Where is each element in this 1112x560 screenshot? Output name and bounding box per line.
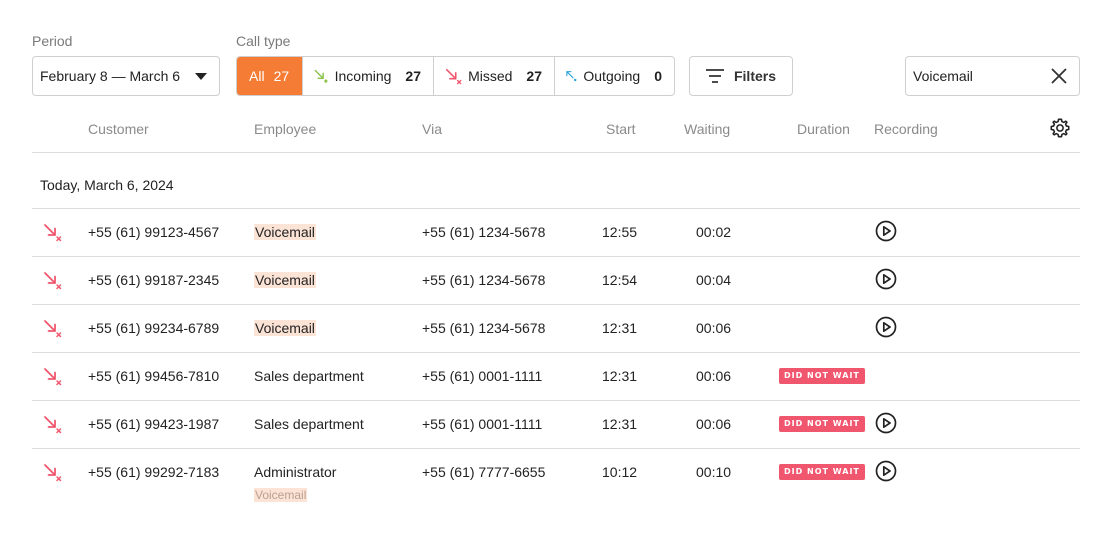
customer-phone[interactable]: +55 (61) 99234-6789 [88, 320, 219, 336]
customer-phone[interactable]: +55 (61) 99292-7183 [88, 464, 219, 480]
employee-sub-label: Voicemail [254, 488, 308, 502]
table-row[interactable]: +55 (61) 99123-4567 Voicemail +55 (61) 1… [32, 208, 1080, 256]
table-row[interactable]: +55 (61) 99187-2345 Voicemail +55 (61) 1… [32, 256, 1080, 304]
play-icon[interactable] [875, 412, 897, 434]
period-value: February 8 — March 6 [40, 68, 181, 84]
call-type-label: Call type [236, 33, 291, 49]
gear-icon[interactable] [1049, 117, 1071, 139]
missed-call-icon [44, 224, 62, 242]
missed-call-icon [44, 416, 62, 434]
missed-call-icon [44, 320, 62, 338]
missed-call-icon [44, 272, 62, 290]
filters-button[interactable]: Filters [689, 56, 793, 96]
period-select[interactable]: February 8 — March 6 [32, 56, 220, 96]
call-type-incoming-button[interactable]: Incoming 27 [302, 57, 433, 95]
call-type-outgoing-label: Outgoing [583, 68, 641, 84]
call-type-incoming-count: 27 [405, 68, 421, 84]
via-number: +55 (61) 1234-5678 [422, 320, 546, 336]
call-type-all-button[interactable]: All 27 [237, 57, 302, 95]
table-row[interactable]: +55 (61) 99292-7183 Administrator Voicem… [32, 448, 1080, 512]
missed-call-icon [44, 464, 62, 482]
call-type-all-label: All [249, 68, 265, 84]
status-badge: DID NOT WAIT [779, 416, 865, 432]
call-type-outgoing-count: 0 [654, 68, 662, 84]
table-row[interactable]: +55 (61) 99234-6789 Voicemail +55 (61) 1… [32, 304, 1080, 352]
incoming-call-icon [314, 69, 328, 83]
employee-name: Voicemail [254, 320, 316, 336]
table-row[interactable]: +55 (61) 99423-1987 Sales department +55… [32, 400, 1080, 448]
status-badge: DID NOT WAIT [779, 464, 865, 480]
waiting-time: 00:02 [696, 224, 732, 240]
call-type-missed-count: 27 [526, 68, 542, 84]
start-time: 12:31 [602, 368, 638, 384]
clear-search-button[interactable] [1047, 64, 1071, 88]
missed-call-icon [44, 368, 62, 386]
call-type-all-count: 27 [273, 68, 290, 84]
start-time: 12:31 [602, 320, 638, 336]
close-icon [1051, 68, 1067, 84]
employee-name: Sales department [254, 368, 364, 384]
customer-phone[interactable]: +55 (61) 99456-7810 [88, 368, 219, 384]
chevron-down-icon [195, 72, 207, 80]
waiting-time: 00:06 [696, 368, 732, 384]
customer-phone[interactable]: +55 (61) 99123-4567 [88, 224, 219, 240]
waiting-time: 00:04 [696, 272, 732, 288]
employee-name: Sales department [254, 416, 364, 432]
column-header-via[interactable]: Via [422, 121, 442, 137]
start-time: 12:31 [602, 416, 638, 432]
play-icon[interactable] [875, 268, 897, 290]
play-icon[interactable] [875, 316, 897, 338]
search-input[interactable] [913, 68, 1047, 84]
column-header-waiting[interactable]: Waiting [684, 121, 730, 137]
start-time: 10:12 [602, 464, 638, 480]
column-header-duration[interactable]: Duration [797, 121, 850, 137]
waiting-time: 00:06 [696, 416, 732, 432]
start-time: 12:55 [602, 224, 638, 240]
column-header-employee[interactable]: Employee [254, 121, 316, 137]
play-icon[interactable] [875, 460, 897, 482]
status-badge: DID NOT WAIT [779, 368, 865, 384]
outgoing-call-icon [566, 71, 577, 82]
play-icon[interactable] [875, 220, 897, 242]
call-type-incoming-label: Incoming [334, 68, 392, 84]
missed-call-icon [445, 68, 462, 85]
customer-phone[interactable]: +55 (61) 99187-2345 [88, 272, 219, 288]
call-type-missed-button[interactable]: Missed 27 [433, 57, 554, 95]
header-divider [32, 152, 1080, 153]
start-time: 12:54 [602, 272, 638, 288]
call-type-outgoing-button[interactable]: Outgoing 0 [554, 57, 674, 95]
via-number: +55 (61) 0001-1111 [422, 368, 543, 384]
waiting-time: 00:06 [696, 320, 732, 336]
employee-name: Voicemail [254, 272, 316, 288]
table-row[interactable]: +55 (61) 99456-7810 Sales department +55… [32, 352, 1080, 400]
call-type-missed-label: Missed [468, 68, 513, 84]
date-group-label: Today, March 6, 2024 [40, 177, 174, 193]
customer-phone[interactable]: +55 (61) 99423-1987 [88, 416, 219, 432]
column-header-customer[interactable]: Customer [88, 121, 149, 137]
search-box [905, 56, 1080, 96]
via-number: +55 (61) 1234-5678 [422, 272, 546, 288]
employee-name: Voicemail [254, 224, 316, 240]
filters-button-label: Filters [733, 68, 776, 84]
via-number: +55 (61) 1234-5678 [422, 224, 546, 240]
column-header-recording[interactable]: Recording [874, 121, 938, 137]
waiting-time: 00:10 [696, 464, 732, 480]
call-type-segmented-control: All 27 Incoming 27 Missed 27 Outgoing 0 [236, 56, 675, 96]
filter-icon [705, 69, 724, 83]
period-label: Period [32, 33, 73, 49]
column-header-start[interactable]: Start [606, 121, 636, 137]
employee-name: Administrator [254, 464, 337, 480]
via-number: +55 (61) 7777-6655 [422, 464, 546, 480]
via-number: +55 (61) 0001-1111 [422, 416, 543, 432]
